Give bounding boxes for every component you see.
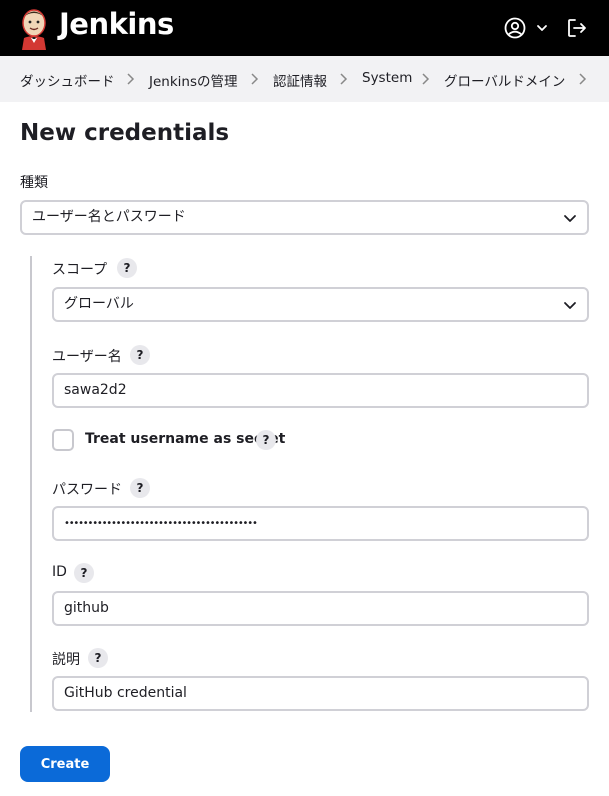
chevron-right-icon <box>340 73 348 85</box>
password-help-button[interactable]: ? <box>130 478 150 498</box>
breadcrumb-item-manage-jenkins[interactable]: Jenkinsの管理 <box>149 70 238 90</box>
id-help-button[interactable]: ? <box>74 563 94 583</box>
id-label: ID <box>52 564 67 580</box>
jenkins-logo-icon[interactable] <box>18 8 50 50</box>
user-menu-button[interactable] <box>503 16 549 40</box>
chevron-down-icon <box>537 25 547 31</box>
username-help-button[interactable]: ? <box>130 345 150 365</box>
scope-select[interactable]: グローバル <box>52 287 589 322</box>
breadcrumb-item-global-domain[interactable]: グローバルドメイン <box>444 70 565 90</box>
description-label: 説明 <box>52 652 80 668</box>
username-input[interactable]: sawa2d2 <box>52 373 589 408</box>
breadcrumb: ダッシュボード Jenkinsの管理 認証情報 System グローバルドメイン <box>0 56 609 102</box>
kind-select[interactable]: ユーザー名とパスワード <box>20 200 589 235</box>
page-title: New credentials <box>20 120 230 146</box>
scope-select-value: グローバル <box>64 296 134 312</box>
chevron-down-icon <box>564 302 576 309</box>
breadcrumb-item-dashboard[interactable]: ダッシュボード <box>20 70 115 90</box>
logout-icon <box>568 19 586 37</box>
chevron-down-icon <box>564 215 576 222</box>
nested-section-bar <box>30 256 32 712</box>
kind-select-value: ユーザー名とパスワード <box>32 209 186 225</box>
description-input[interactable]: GitHub credential <box>52 676 589 711</box>
description-help-button[interactable]: ? <box>88 648 108 668</box>
password-input[interactable]: ••••••••••••••••••••••••••••••••••••••••… <box>52 506 589 541</box>
top-header: Jenkins <box>0 0 609 56</box>
chevron-right-icon <box>127 73 135 85</box>
logout-button[interactable] <box>565 16 589 40</box>
app-title[interactable]: Jenkins <box>59 7 174 41</box>
create-button[interactable]: Create <box>20 746 110 782</box>
username-label: ユーザー名 <box>52 349 122 365</box>
chevron-right-icon <box>251 73 259 85</box>
chevron-right-icon <box>422 73 430 85</box>
kind-label: 種類 <box>20 175 48 191</box>
treat-username-secret-checkbox[interactable] <box>52 429 74 451</box>
id-input[interactable]: github <box>52 591 589 626</box>
breadcrumb-item-system[interactable]: System <box>362 70 412 86</box>
breadcrumb-item-credentials[interactable]: 認証情報 <box>273 70 327 90</box>
chevron-right-icon <box>579 73 587 85</box>
password-label: パスワード <box>52 482 122 498</box>
user-circle-icon <box>504 17 526 39</box>
scope-label: スコープ <box>52 262 108 278</box>
scope-help-button[interactable]: ? <box>117 258 137 278</box>
treat-secret-help-button[interactable]: ? <box>256 430 276 450</box>
